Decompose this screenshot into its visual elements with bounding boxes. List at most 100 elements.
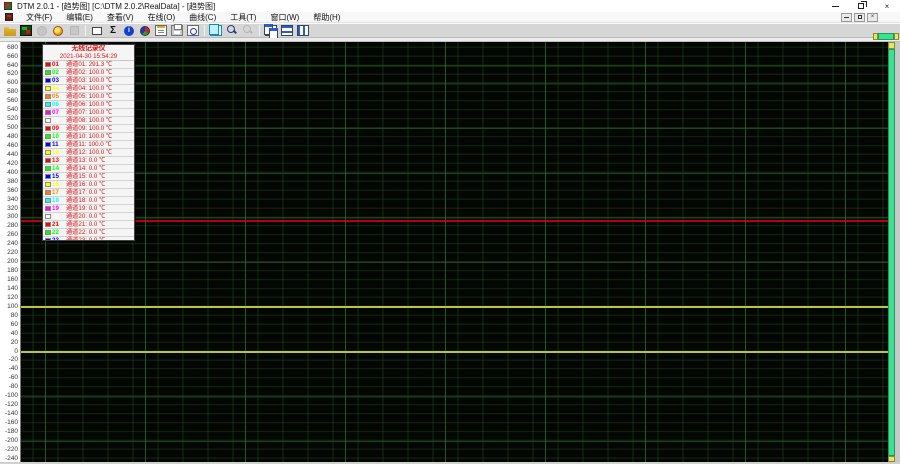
legend-row-channel-08[interactable]: 08通道08: 100.0 ℃ bbox=[43, 117, 134, 125]
select-box-button[interactable] bbox=[90, 24, 105, 37]
channel-color-swatch bbox=[45, 86, 51, 91]
legend-row-channel-02[interactable]: 02 通道02: 100.0 ℃ bbox=[43, 69, 134, 77]
tile-vertical-button[interactable] bbox=[296, 24, 311, 37]
channel-value-text: 通道03: 100.0 ℃ bbox=[66, 77, 112, 84]
series-line-channel-12 bbox=[21, 306, 888, 308]
channel-value-text: 通道19: 0.0 ℃ bbox=[66, 205, 105, 212]
toolbar-separator bbox=[259, 25, 260, 36]
cascade-windows-button[interactable] bbox=[264, 24, 279, 37]
hscroll-thumb[interactable] bbox=[878, 33, 894, 40]
legend-row-channel-15[interactable]: 15通道15: 0.0 ℃ bbox=[43, 173, 134, 181]
vscroll-top-cap[interactable] bbox=[888, 42, 895, 49]
channel-value-text: 通道02: 100.0 ℃ bbox=[66, 69, 112, 76]
channel-value-text: 通道16: 0.0 ℃ bbox=[66, 181, 105, 188]
menu-item-8[interactable]: 帮助(H) bbox=[306, 12, 347, 23]
channel-color-swatch bbox=[45, 110, 51, 115]
statistics-sigma-icon: Σ bbox=[107, 25, 119, 36]
channel-number: 16 bbox=[52, 181, 62, 188]
stop-sample-button bbox=[35, 24, 50, 37]
info-button[interactable]: i bbox=[122, 24, 137, 37]
y-axis-tick-label: 680 bbox=[0, 44, 18, 52]
trend-chart-window: 6806606406206005805605405205004804604404… bbox=[0, 42, 900, 462]
pie-chart-button[interactable] bbox=[138, 24, 153, 37]
y-axis-tick-label: 600 bbox=[0, 79, 18, 87]
channel-value-text: 通道21: 0.0 ℃ bbox=[66, 221, 105, 228]
legend-row-channel-01[interactable]: 01通道01: 291.3 ℃ bbox=[43, 61, 134, 69]
legend-row-channel-06[interactable]: 06通道06: 100.0 ℃ bbox=[43, 101, 134, 109]
vertical-scrollbar[interactable] bbox=[888, 42, 895, 462]
plot-area[interactable]: 无线记录仪 2021-04-30 15:54:29 01通道01: 291.3 … bbox=[20, 42, 888, 462]
menu-item-4[interactable]: 在线(O) bbox=[141, 12, 183, 23]
legend-row-channel-07[interactable]: 07通道07: 100.0 ℃ bbox=[43, 109, 134, 117]
minimize-button[interactable] bbox=[822, 0, 848, 12]
menu-item-6[interactable]: 工具(T) bbox=[223, 12, 263, 23]
menu-item-7[interactable]: 窗口(W) bbox=[263, 12, 306, 23]
channel-number: 01 bbox=[52, 61, 62, 68]
legend-row-channel-17[interactable]: 17通道17: 0.0 ℃ bbox=[43, 189, 134, 197]
legend-row-channel-12[interactable]: 12通道12: 100.0 ℃ bbox=[43, 149, 134, 157]
y-axis-tick-label: 180 bbox=[0, 267, 18, 275]
y-axis-tick-label: 160 bbox=[0, 276, 18, 284]
legend-row-channel-09[interactable]: 09通道09: 100.0 ℃ bbox=[43, 125, 134, 133]
y-axis-tick-label: 300 bbox=[0, 213, 18, 221]
legend-row-channel-03[interactable]: 03通道03: 100.0 ℃ bbox=[43, 77, 134, 85]
vscroll-thumb[interactable] bbox=[888, 49, 895, 456]
horizontal-scrollbar[interactable] bbox=[873, 33, 899, 40]
report-button[interactable] bbox=[154, 24, 169, 37]
legend-row-channel-10[interactable]: 10通道10: 100.0 ℃ bbox=[43, 133, 134, 141]
print-preview-button[interactable] bbox=[186, 24, 201, 37]
open-file-button[interactable] bbox=[3, 24, 18, 37]
y-axis-tick-label: 20 bbox=[0, 339, 18, 347]
y-axis-tick-label: 500 bbox=[0, 124, 18, 132]
legend-row-channel-21[interactable]: 21 通道21: 0.0 ℃ bbox=[43, 221, 134, 229]
tile-horizontal-button[interactable] bbox=[280, 24, 295, 37]
legend-row-channel-11[interactable]: 11通道11: 100.0 ℃ bbox=[43, 141, 134, 149]
restore-button[interactable] bbox=[848, 0, 874, 12]
legend-row-channel-14[interactable]: 14通道14: 0.0 ℃ bbox=[43, 165, 134, 173]
channel-value-text: 通道12: 100.0 ℃ bbox=[66, 149, 112, 156]
cascade-windows-icon bbox=[265, 25, 277, 36]
channel-color-swatch bbox=[45, 230, 51, 235]
y-axis-tick-label: 520 bbox=[0, 115, 18, 123]
device-record-button[interactable] bbox=[19, 24, 34, 37]
channel-color-swatch bbox=[45, 134, 51, 139]
close-button[interactable]: × bbox=[874, 0, 900, 12]
channel-number: 23 bbox=[52, 237, 62, 241]
pause-sample-icon bbox=[70, 26, 79, 35]
menu-item-3[interactable]: 查看(V) bbox=[100, 12, 141, 23]
zoom-out-icon bbox=[242, 25, 254, 36]
zoom-out-button bbox=[241, 24, 256, 37]
toolbar-separator bbox=[85, 25, 86, 36]
menu-item-2[interactable]: 编辑(E) bbox=[59, 12, 100, 23]
mdi-minimize-button[interactable] bbox=[841, 13, 852, 22]
legend-row-channel-22[interactable]: 22通道22: 0.0 ℃ bbox=[43, 229, 134, 237]
window-title: DTM 2.0.1 - [趋势图] [C:\DTM 2.0.2\RealData… bbox=[17, 1, 822, 12]
legend-row-channel-19[interactable]: 19通道19: 0.0 ℃ bbox=[43, 205, 134, 213]
mdi-close-button[interactable]: × bbox=[867, 13, 878, 22]
legend-title: 无线记录仪 bbox=[43, 45, 134, 53]
print-button[interactable] bbox=[170, 24, 185, 37]
legend-row-channel-23[interactable]: 23通道23: 0.0 ℃ bbox=[43, 237, 134, 241]
legend-row-channel-13[interactable]: 13通道13: 0.0 ℃ bbox=[43, 157, 134, 165]
legend-row-channel-20[interactable]: 20通道20: 0.0 ℃ bbox=[43, 213, 134, 221]
channel-number: 21 bbox=[52, 221, 62, 228]
legend-panel[interactable]: 无线记录仪 2021-04-30 15:54:29 01通道01: 291.3 … bbox=[42, 44, 135, 241]
channel-number: 02 bbox=[52, 69, 62, 76]
info-icon: i bbox=[124, 26, 134, 36]
channel-color-swatch bbox=[45, 222, 51, 227]
hscroll-right-cap[interactable] bbox=[894, 33, 899, 40]
legend-row-channel-05[interactable]: 05通道05: 100.0 ℃ bbox=[43, 93, 134, 101]
start-sample-button[interactable] bbox=[51, 24, 66, 37]
y-axis-tick-label: 560 bbox=[0, 97, 18, 105]
statistics-sigma-button[interactable]: Σ bbox=[106, 24, 121, 37]
legend-row-channel-04[interactable]: 04通道04: 100.0 ℃ bbox=[43, 85, 134, 93]
channel-color-swatch bbox=[45, 62, 51, 67]
legend-row-channel-16[interactable]: 16 通道16: 0.0 ℃ bbox=[43, 181, 134, 189]
app-icon bbox=[4, 2, 12, 10]
copy-button[interactable] bbox=[209, 24, 224, 37]
zoom-in-button[interactable] bbox=[225, 24, 240, 37]
mdi-restore-button[interactable] bbox=[854, 13, 865, 22]
menu-item-1[interactable]: 文件(F) bbox=[19, 12, 59, 23]
legend-row-channel-18[interactable]: 18通道18: 0.0 ℃ bbox=[43, 197, 134, 205]
menu-item-5[interactable]: 曲线(C) bbox=[182, 12, 223, 23]
